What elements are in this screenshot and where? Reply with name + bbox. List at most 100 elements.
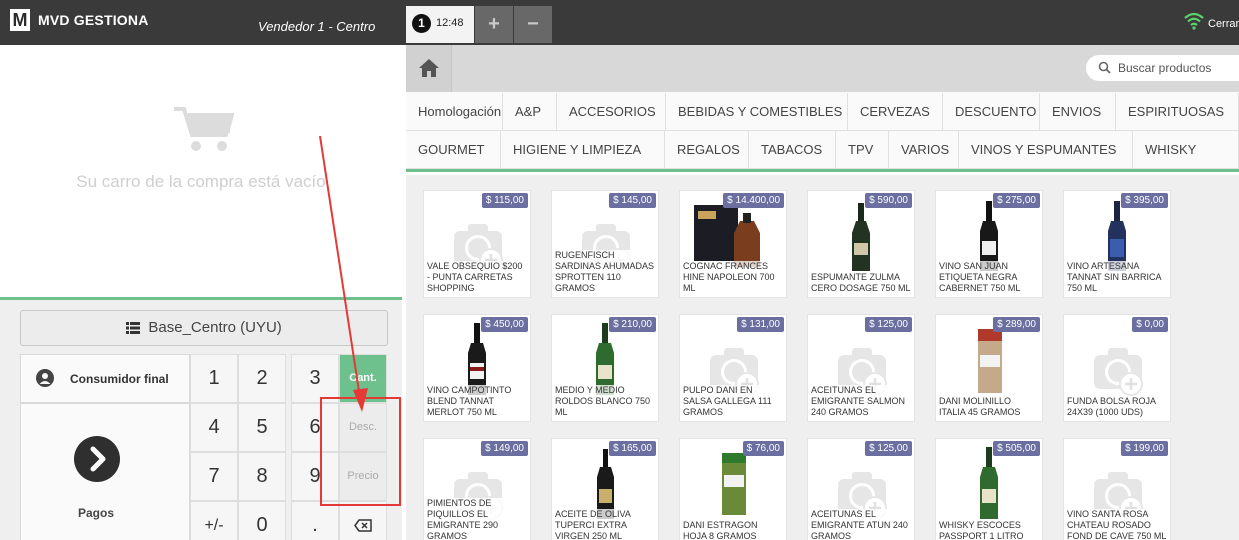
- product-grid: $ 115,00 VALE OBSEQUIO $200 - PUNTA CARRE…: [406, 175, 1239, 540]
- product-name: DANI MOLINILLO ITALIA 45 GRAMOS: [939, 396, 1039, 418]
- payment-button[interactable]: Pagos: [20, 403, 190, 540]
- price-mode-button[interactable]: Precio: [339, 452, 387, 501]
- quantity-mode-button[interactable]: Cant.: [339, 354, 387, 403]
- product-panel: Buscar productos Homologación A&P ACCESO…: [406, 45, 1239, 540]
- backspace-button[interactable]: [339, 501, 387, 540]
- product-price: $ 289,00: [993, 317, 1040, 332]
- category-envios[interactable]: ENVIOS: [1040, 93, 1116, 131]
- category-gourmet[interactable]: GOURMET: [406, 131, 501, 169]
- product-name: VINO ARTESANA TANNAT SIN BARRICA 750 ML: [1067, 261, 1167, 294]
- product-name: COGNAC FRANCES HINE NAPOLEON 700 ML: [683, 261, 783, 294]
- product-card[interactable]: $ 505,00 WHISKY ESCOCES PASSPORT 1 LITRO: [935, 438, 1043, 540]
- product-card[interactable]: $ 590,00 ESPUMANTE ZULMA CERO DOSAGE 750 …: [807, 190, 915, 298]
- category-varios[interactable]: VARIOS: [889, 131, 959, 169]
- numpad-key-plus-minus[interactable]: +/-: [190, 501, 238, 540]
- product-name: FUNDA BOLSA ROJA 24x39 (1000 UDS): [1067, 396, 1167, 418]
- order-time: 12:48: [436, 17, 464, 29]
- category-tabacos[interactable]: TABACOS: [749, 131, 836, 169]
- numpad-key-9[interactable]: 9: [291, 452, 339, 501]
- list-icon: [126, 322, 141, 335]
- add-order-button[interactable]: +: [475, 6, 513, 43]
- numpad-key-1[interactable]: 1: [190, 354, 238, 403]
- product-price: $ 145,00: [609, 193, 656, 208]
- product-card[interactable]: $ 275,00 VINO SAN JUAN ETIQUETA NEGRA CAB…: [935, 190, 1043, 298]
- product-card[interactable]: $ 131,00 PULPO DANI EN SALSA GALLEGA 111 …: [679, 314, 787, 422]
- category-ap[interactable]: A&P: [503, 93, 557, 131]
- category-descuento[interactable]: DESCUENTO: [943, 93, 1040, 131]
- home-button[interactable]: [406, 45, 452, 92]
- product-card[interactable]: $ 145,00 RUGENFISCH SARDINAS AHUMADAS SPR…: [551, 190, 659, 298]
- numpad-key-7[interactable]: 7: [190, 452, 238, 501]
- category-espirituosas[interactable]: ESPIRITUOSAS: [1116, 93, 1239, 131]
- wifi-icon: [1184, 12, 1204, 30]
- product-price: $ 115,00: [481, 193, 528, 208]
- payment-label: Pagos: [77, 506, 114, 520]
- pricelist-button[interactable]: Base_Centro (UYU): [20, 310, 388, 346]
- category-homologacion[interactable]: Homologación: [406, 93, 503, 131]
- product-card[interactable]: $ 395,00 VINO ARTESANA TANNAT SIN BARRICA…: [1063, 190, 1171, 298]
- product-price: $ 165,00: [609, 441, 656, 456]
- category-regalos[interactable]: REGALOS: [665, 131, 749, 169]
- category-bar: Homologación A&P ACCESORIOS BEBIDAS Y CO…: [406, 92, 1239, 172]
- product-card[interactable]: $ 125,00 ACEITUNAS EL EMIGRANTE SALMON 24…: [807, 314, 915, 422]
- product-name: VINO SAN JUAN ETIQUETA NEGRA CABERNET 75…: [939, 261, 1039, 294]
- product-card[interactable]: $ 76,00 DANI ESTRAGON HOJA 8 GRAMOS: [679, 438, 787, 540]
- category-higiene[interactable]: HIGIENE Y LIMPIEZA: [501, 131, 665, 169]
- product-name: WHISKY ESCOCES PASSPORT 1 LITRO: [939, 520, 1039, 540]
- numpad-key-4[interactable]: 4: [190, 403, 238, 452]
- product-card[interactable]: $ 149,00 PIMIENTOS DE PIQUILLOS EL EMIGRA…: [423, 438, 531, 540]
- product-name: PIMIENTOS DE PIQUILLOS EL EMIGRANTE 290 …: [427, 498, 527, 540]
- category-accesorios[interactable]: ACCESORIOS: [557, 93, 666, 131]
- product-card[interactable]: $ 210,00 MEDIO Y MEDIO ROLDOS BLANCO 750 …: [551, 314, 659, 422]
- product-card[interactable]: $ 115,00 VALE OBSEQUIO $200 - PUNTA CARRE…: [423, 190, 531, 298]
- product-price: $ 505,00: [993, 441, 1040, 456]
- category-row-1: Homologación A&P ACCESORIOS BEBIDAS Y CO…: [406, 93, 1239, 131]
- customer-button[interactable]: Consumidor final: [20, 354, 190, 403]
- product-name: ACEITUNAS EL EMIGRANTE ATUN 240 GRAMOS: [811, 509, 911, 540]
- category-whisky[interactable]: WHISKY: [1133, 131, 1239, 169]
- product-card[interactable]: $ 14.400,00 COGNAC FRANCES HINE NAPOLEON …: [679, 190, 787, 298]
- product-name: VINO CAMPOTINTO BLEND TANNAT MERLOT 750 …: [427, 385, 527, 418]
- app-title: MVD GESTIONA: [38, 12, 149, 28]
- numpad-key-2[interactable]: 2: [238, 354, 286, 403]
- pricelist-label: Base_Centro (UYU): [148, 319, 282, 336]
- numpad-key-0[interactable]: 0: [238, 501, 286, 540]
- breadcrumb-bar: Buscar productos: [406, 45, 1239, 92]
- product-card[interactable]: $ 199,00 VINO SANTA ROSA CHATEAU ROSADO F…: [1063, 438, 1171, 540]
- numpad-key-6[interactable]: 6: [291, 403, 339, 452]
- category-bebidas[interactable]: BEBIDAS Y COMESTIBLES: [666, 93, 848, 131]
- product-name: ACEITUNAS EL EMIGRANTE SALMON 240 GRAMOS: [811, 385, 911, 418]
- product-card[interactable]: $ 450,00 VINO CAMPOTINTO BLEND TANNAT MER…: [423, 314, 531, 422]
- product-name: DANI ESTRAGON HOJA 8 GRAMOS: [683, 520, 783, 540]
- order-tab[interactable]: 1 12:48: [406, 6, 474, 43]
- numpad-key-8[interactable]: 8: [238, 452, 286, 501]
- category-cervezas[interactable]: CERVEZAS: [848, 93, 943, 131]
- product-price: $ 125,00: [865, 441, 912, 456]
- numpad-key-decimal[interactable]: .: [291, 501, 339, 540]
- close-button[interactable]: Cerrar: [1208, 18, 1239, 30]
- numpad-key-5[interactable]: 5: [238, 403, 286, 452]
- category-row-2: GOURMET HIGIENE Y LIMPIEZA REGALOS TABAC…: [406, 131, 1239, 169]
- app-logo: M: [10, 9, 30, 31]
- remove-order-button[interactable]: −: [514, 6, 552, 43]
- product-price: $ 395,00: [1121, 193, 1168, 208]
- seller-name[interactable]: Vendedor 1 - Centro: [258, 19, 375, 34]
- search-box[interactable]: Buscar productos: [1086, 55, 1239, 81]
- search-input[interactable]: Buscar productos: [1118, 61, 1211, 75]
- discount-mode-button[interactable]: Desc.: [339, 403, 387, 452]
- product-price: $ 450,00: [481, 317, 528, 332]
- shopping-cart-icon: [174, 107, 234, 151]
- product-card[interactable]: $ 289,00 DANI MOLINILLO ITALIA 45 GRAMOS: [935, 314, 1043, 422]
- payment-area: Base_Centro (UYU) Consumidor final Pagos…: [0, 297, 402, 540]
- product-card[interactable]: $ 165,00 ACEITE DE OLIVA TUPERCI EXTRA VI…: [551, 438, 659, 540]
- product-name: MEDIO Y MEDIO ROLDOS BLANCO 750 ML: [555, 385, 655, 418]
- product-price: $ 0,00: [1132, 317, 1168, 332]
- product-card[interactable]: $ 125,00 ACEITUNAS EL EMIGRANTE ATUN 240 …: [807, 438, 915, 540]
- numpad-key-3[interactable]: 3: [291, 354, 339, 403]
- order-panel: Su carro de la compra está vacío Base_Ce…: [0, 45, 402, 540]
- product-price: $ 125,00: [865, 317, 912, 332]
- category-vinos-espumantes[interactable]: VINOS Y ESPUMANTES: [959, 131, 1133, 169]
- product-price: $ 210,00: [609, 317, 656, 332]
- product-card[interactable]: $ 0,00 FUNDA BOLSA ROJA 24x39 (1000 UDS): [1063, 314, 1171, 422]
- category-tpv[interactable]: TPV: [836, 131, 889, 169]
